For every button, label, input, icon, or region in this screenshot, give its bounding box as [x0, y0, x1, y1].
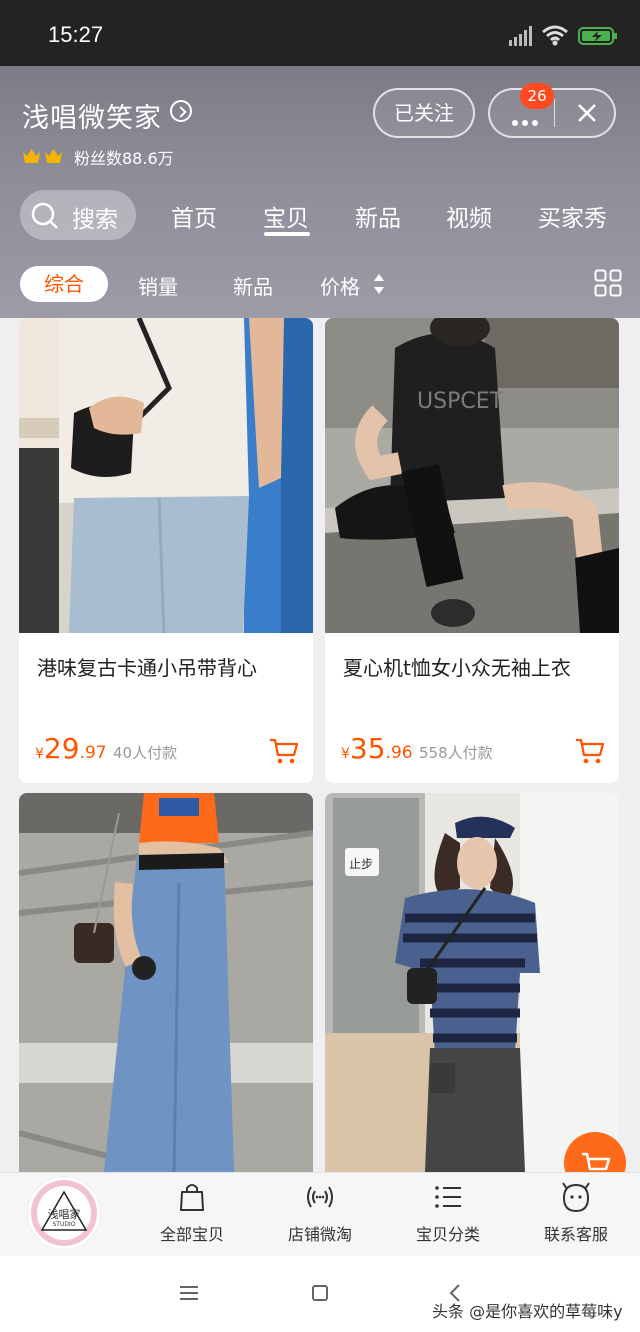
- product-title[interactable]: 夏心机t恤女小众无袖上衣: [343, 652, 619, 681]
- nav-label: 全部宝贝: [159, 1225, 224, 1244]
- tab-new[interactable]: 新品: [355, 199, 401, 233]
- nav-label: 店铺微淘: [287, 1225, 352, 1244]
- system-navigation-bar: 头条 @是你喜欢的草莓味y: [0, 1256, 640, 1332]
- logo-subtext: STUDIO: [52, 1221, 76, 1228]
- broadcast-icon: [307, 1186, 333, 1208]
- nav-categories[interactable]: 宝贝分类: [393, 1181, 503, 1245]
- price-decimal: .96: [385, 743, 413, 763]
- search-icon: [31, 202, 58, 229]
- product-image[interactable]: [19, 318, 313, 633]
- currency-symbol: ¥: [341, 746, 350, 762]
- shop-header: 浅唱微笑家 粉丝数88.6万 已关注 26 搜索 首页 宝贝 新品 视频 买家秀…: [0, 66, 640, 318]
- sort-overall[interactable]: 综合: [20, 266, 108, 302]
- status-time: 15:27: [48, 22, 104, 47]
- product-price: ¥29.97: [35, 732, 107, 765]
- paid-count: 40人付款: [113, 744, 178, 762]
- close-icon[interactable]: [574, 100, 600, 126]
- watermark-text: 头条 @是你喜欢的草莓味y: [432, 1302, 623, 1321]
- shop-name[interactable]: 浅唱微笑家: [22, 96, 162, 135]
- product-image[interactable]: USPCET: [325, 318, 619, 633]
- shop-logo[interactable]: 浅唱家 STUDIO: [28, 1177, 100, 1249]
- tab-products[interactable]: 宝贝: [263, 199, 309, 233]
- fan-count: 粉丝数88.6万: [74, 149, 174, 168]
- logo-inner: 浅唱家 STUDIO: [37, 1186, 91, 1240]
- product-card[interactable]: 止步: [325, 793, 619, 1172]
- tab-buyer-show[interactable]: 买家秀: [538, 199, 607, 233]
- grid-view-icon[interactable]: [594, 269, 622, 297]
- product-image[interactable]: 止步: [325, 793, 619, 1172]
- add-to-cart-icon[interactable]: [575, 736, 605, 766]
- product-card[interactable]: [19, 793, 313, 1172]
- service-face-icon: [562, 1182, 590, 1213]
- nav-label: 宝贝分类: [415, 1225, 480, 1244]
- home-icon[interactable]: [312, 1285, 328, 1301]
- sort-arrows-icon: [374, 274, 384, 294]
- follow-button[interactable]: 已关注: [373, 88, 475, 138]
- product-price: ¥35.96: [341, 732, 413, 765]
- active-tab-indicator: [264, 232, 310, 236]
- svg-text:止步: 止步: [349, 857, 373, 871]
- product-image[interactable]: [19, 793, 313, 1172]
- shop-bottom-bar: 浅唱家 STUDIO 全部宝贝 店铺微淘 宝贝分类 联系客服: [0, 1172, 640, 1256]
- more-icon[interactable]: [512, 111, 542, 130]
- add-to-cart-icon[interactable]: [269, 736, 299, 766]
- sort-sales[interactable]: 销量: [138, 271, 178, 300]
- crown-icon: [23, 149, 40, 163]
- product-card[interactable]: USPCET 夏心机t恤女小众无袖上衣 ¥35.96 558人付款: [325, 318, 619, 783]
- paid-count: 558人付款: [419, 744, 493, 762]
- tab-video[interactable]: 视频: [446, 199, 492, 233]
- crown-icon: [45, 149, 62, 163]
- product-title[interactable]: 港味复古卡通小吊带背心: [37, 652, 313, 681]
- tab-home[interactable]: 首页: [171, 199, 217, 233]
- capsule-divider: [554, 99, 555, 127]
- battery-icon: [578, 27, 617, 45]
- currency-symbol: ¥: [35, 746, 44, 762]
- nav-label: 联系客服: [543, 1225, 608, 1244]
- shopping-bag-icon: [180, 1184, 204, 1211]
- price-integer: 29: [43, 732, 80, 765]
- product-card[interactable]: 港味复古卡通小吊带背心 ¥29.97 40人付款: [19, 318, 313, 783]
- status-bar: 15:27: [0, 0, 640, 66]
- recent-apps-icon[interactable]: [180, 1286, 198, 1300]
- shop-detail-arrow-icon[interactable]: [170, 100, 192, 122]
- notification-badge: 26: [520, 83, 554, 109]
- wifi-icon: [542, 25, 568, 46]
- price-decimal: .97: [79, 743, 107, 763]
- search-button[interactable]: 搜索: [20, 190, 136, 240]
- price-integer: 35: [349, 732, 386, 765]
- nav-all-products[interactable]: 全部宝贝: [137, 1181, 247, 1245]
- logo-text: 浅唱家: [47, 1208, 81, 1221]
- nav-shop-feed[interactable]: 店铺微淘: [265, 1181, 375, 1245]
- search-label: 搜索: [72, 207, 118, 233]
- list-icon: [435, 1186, 461, 1208]
- signal-icon: [509, 26, 532, 46]
- sort-price[interactable]: 价格: [320, 271, 360, 300]
- sort-new[interactable]: 新品: [233, 271, 273, 300]
- nav-customer-service[interactable]: 联系客服: [521, 1181, 631, 1245]
- svg-text:USPCET: USPCET: [417, 389, 504, 414]
